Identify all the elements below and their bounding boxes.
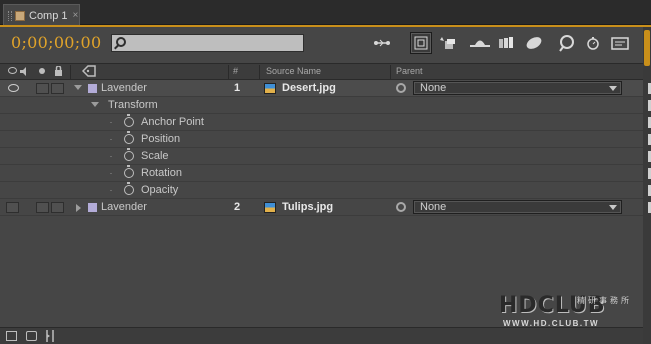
motion-blur-icon[interactable]: [496, 32, 518, 54]
column-parent-header[interactable]: Parent: [396, 66, 423, 76]
expand-triangle-icon[interactable]: [91, 102, 99, 107]
parent-dropdown-value: None: [420, 201, 447, 213]
property-name[interactable]: Opacity: [141, 184, 178, 196]
label-color-swatch[interactable]: [88, 203, 97, 212]
property-row[interactable]: Opacity: [0, 182, 643, 199]
property-dot: [110, 173, 112, 174]
chevron-down-icon: [609, 205, 617, 210]
source-name[interactable]: Desert.jpg: [282, 82, 336, 94]
scrollbar-thumb[interactable]: [644, 30, 650, 66]
lock-icon[interactable]: [54, 65, 63, 76]
property-dot: [110, 190, 112, 191]
expand-triangle-icon[interactable]: [74, 85, 82, 90]
column-divider[interactable]: [228, 65, 229, 79]
timeline-header: 0;00;00;00: [0, 27, 651, 63]
chevron-down-icon: [609, 86, 617, 91]
search-icon: [116, 37, 126, 47]
property-name[interactable]: Rotation: [141, 167, 182, 179]
stopwatch-icon[interactable]: [124, 165, 134, 178]
panel-grip-icon[interactable]: [8, 10, 12, 21]
pickwhip-icon[interactable]: [396, 83, 406, 93]
parent-dropdown[interactable]: None: [413, 200, 622, 214]
in-out-toggle-icon[interactable]: [45, 330, 55, 342]
solo-toggle[interactable]: [36, 83, 49, 94]
shy-icon[interactable]: [436, 32, 458, 54]
tab-title: Comp 1: [29, 9, 68, 22]
property-dot: [110, 156, 112, 157]
stopwatch-icon[interactable]: [124, 148, 134, 161]
panel-tab-bar: Comp 1 ×: [0, 0, 651, 26]
draft-3d-icon[interactable]: [410, 32, 432, 54]
layer-name[interactable]: Lavender: [101, 201, 147, 213]
source-name[interactable]: Tulips.jpg: [282, 201, 333, 213]
current-time-display[interactable]: 0;00;00;00: [11, 33, 101, 52]
parent-dropdown[interactable]: None: [413, 81, 622, 95]
stopwatch-icon[interactable]: [124, 182, 134, 195]
property-name[interactable]: Scale: [141, 150, 169, 162]
column-source-name-header[interactable]: Source Name: [266, 66, 321, 76]
tab-comp-1[interactable]: Comp 1 ×: [3, 4, 80, 26]
stopwatch-icon[interactable]: [124, 114, 134, 127]
property-row[interactable]: Rotation: [0, 165, 643, 182]
property-name[interactable]: Position: [141, 133, 180, 145]
video-toggle[interactable]: [6, 202, 19, 213]
label-tag-icon[interactable]: [81, 65, 96, 77]
layer-number: 1: [234, 82, 241, 94]
graph-editor-icon[interactable]: [582, 32, 604, 54]
property-row[interactable]: Position: [0, 131, 643, 148]
property-dot: [110, 122, 112, 123]
property-row[interactable]: Anchor Point: [0, 114, 643, 131]
auto-keyframe-icon[interactable]: [556, 32, 578, 54]
layer-row[interactable]: Lavender 2 Tulips.jpg None: [0, 199, 643, 216]
lock-toggle[interactable]: [51, 83, 64, 94]
frame-blending-icon[interactable]: [469, 32, 491, 54]
property-row[interactable]: Scale: [0, 148, 643, 165]
comp-flowchart-icon[interactable]: [609, 32, 631, 54]
brainstorm-icon[interactable]: [523, 32, 545, 54]
timeline-footer: [0, 327, 643, 344]
column-number-header[interactable]: #: [233, 66, 238, 76]
pickwhip-icon[interactable]: [396, 202, 406, 212]
watermark-logo: HDCLUB 精研事務所 WWW.HD.CLUB.TW: [499, 293, 641, 328]
video-eye-icon[interactable]: [8, 67, 17, 74]
layer-number: 2: [234, 201, 241, 213]
mini-flowchart-icon[interactable]: [371, 32, 393, 54]
transfer-controls-toggle-icon[interactable]: [26, 331, 37, 341]
image-footage-icon: [264, 202, 276, 213]
layer-name[interactable]: Lavender: [101, 82, 147, 94]
image-footage-icon: [264, 83, 276, 94]
video-eye-icon[interactable]: [8, 84, 19, 92]
solo-toggle[interactable]: [36, 202, 49, 213]
stopwatch-icon[interactable]: [124, 131, 134, 144]
layer-switches-toggle-icon[interactable]: [6, 331, 17, 341]
property-name[interactable]: Anchor Point: [141, 116, 204, 128]
parent-dropdown-value: None: [420, 82, 447, 94]
watermark-chinese-text: 精研事務所: [577, 296, 632, 305]
transform-group-row[interactable]: Transform: [0, 97, 643, 114]
property-dot: [110, 139, 112, 140]
label-color-swatch[interactable]: [88, 84, 97, 93]
transform-label[interactable]: Transform: [108, 99, 158, 111]
column-divider[interactable]: [70, 65, 71, 79]
lock-toggle[interactable]: [51, 202, 64, 213]
composition-icon: [15, 10, 25, 21]
column-divider[interactable]: [259, 65, 260, 79]
collapse-triangle-icon[interactable]: [76, 204, 81, 212]
layer-column-headers: # Source Name Parent: [0, 63, 643, 80]
search-input[interactable]: [111, 34, 304, 52]
audio-speaker-icon[interactable]: [20, 67, 30, 76]
column-divider[interactable]: [390, 65, 391, 79]
layer-row[interactable]: Lavender 1 Desert.jpg None: [0, 80, 643, 97]
close-icon[interactable]: ×: [73, 10, 79, 21]
solo-dot-icon[interactable]: [39, 68, 45, 74]
